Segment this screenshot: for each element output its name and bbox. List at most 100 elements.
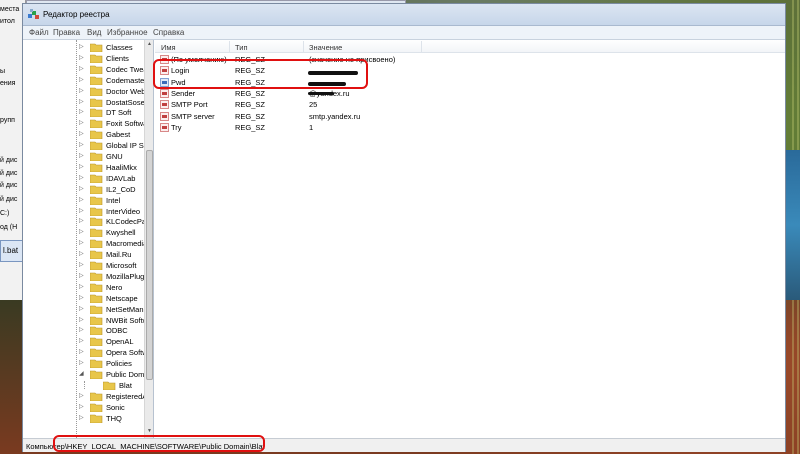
scroll-down-icon[interactable]: ▼ xyxy=(146,428,153,434)
folder-icon xyxy=(90,141,103,151)
folder-icon xyxy=(90,109,103,118)
expand-arrow-icon[interactable]: ▷ xyxy=(79,54,87,61)
expand-arrow-icon[interactable]: ▷ xyxy=(79,163,87,170)
expand-arrow-icon[interactable]: ▷ xyxy=(79,130,87,137)
expand-arrow-icon[interactable]: ▷ xyxy=(79,65,87,72)
background-window-text: й дис xyxy=(0,182,18,189)
background-window-text: од (H xyxy=(0,224,18,231)
folder-icon xyxy=(90,130,103,140)
value-type: REG_SZ xyxy=(235,100,266,110)
expand-arrow-icon[interactable]: ▷ xyxy=(79,326,87,333)
folder-icon xyxy=(90,305,103,314)
expand-arrow-icon[interactable]: ▷ xyxy=(79,196,87,203)
value-name: SMTP server xyxy=(171,111,215,121)
background-window-text: й дис xyxy=(0,196,18,203)
column-divider[interactable] xyxy=(229,41,230,52)
expand-arrow-icon[interactable]: ▷ xyxy=(79,272,87,279)
expand-arrow-icon[interactable]: ▷ xyxy=(79,239,87,246)
folder-icon xyxy=(90,414,103,423)
highlight-path xyxy=(53,435,265,452)
folder-icon xyxy=(90,152,103,161)
tree-item-label: Kwyshell xyxy=(106,228,136,238)
expand-arrow-icon[interactable]: ▷ xyxy=(79,348,87,355)
expand-arrow-icon[interactable]: ▷ xyxy=(79,207,87,214)
background-gadget xyxy=(786,150,800,300)
value-value: 25 xyxy=(309,100,318,110)
column-type[interactable]: Тип xyxy=(235,43,248,52)
expand-arrow-icon[interactable]: ▷ xyxy=(79,217,87,224)
expand-arrow-icon[interactable]: ▷ xyxy=(79,316,87,323)
folder-icon xyxy=(90,207,103,216)
column-divider[interactable] xyxy=(303,41,304,52)
folder-icon xyxy=(90,185,103,194)
expand-arrow-icon[interactable]: ▷ xyxy=(79,119,87,126)
redaction-mark xyxy=(308,92,334,95)
expand-arrow-icon[interactable]: ▷ xyxy=(79,76,87,83)
background-window-text: итол xyxy=(0,18,15,25)
tree-item-label: Doctor Web xyxy=(106,86,146,96)
tree-item-label: ODBC xyxy=(106,326,128,336)
folder-icon xyxy=(90,174,103,183)
folder-icon xyxy=(90,370,103,379)
column-divider[interactable] xyxy=(421,41,422,52)
menu-edit[interactable]: Правка xyxy=(53,28,80,37)
expand-arrow-icon[interactable]: ▷ xyxy=(79,414,87,421)
menu-view[interactable]: Вид xyxy=(87,28,101,37)
tree-item-label: IDAVLab xyxy=(106,173,136,183)
expand-arrow-icon[interactable]: ▷ xyxy=(79,337,87,344)
expand-arrow-icon[interactable]: ▷ xyxy=(79,250,87,257)
folder-icon xyxy=(90,54,103,63)
expand-arrow-icon[interactable]: ▷ xyxy=(79,403,87,410)
tree-scrollbar[interactable]: ▲ ▼ xyxy=(144,40,153,438)
tree-item-label: InterVideo xyxy=(106,206,141,216)
expand-arrow-icon[interactable]: ▷ xyxy=(79,152,87,159)
expand-arrow-icon[interactable]: ▷ xyxy=(79,392,87,399)
folder-icon xyxy=(90,65,103,74)
folder-icon xyxy=(90,348,103,358)
scroll-up-icon[interactable]: ▲ xyxy=(146,41,153,47)
menu-favorites[interactable]: Избранное xyxy=(107,28,148,37)
folder-icon xyxy=(90,218,103,227)
expand-arrow-icon[interactable]: ▷ xyxy=(79,294,87,301)
title-bar[interactable]: Редактор реестра xyxy=(23,4,785,26)
expand-arrow-icon[interactable]: ▷ xyxy=(79,305,87,312)
expand-arrow-icon[interactable]: ▷ xyxy=(79,228,87,235)
folder-icon xyxy=(90,119,103,129)
tree-item-label: Gabest xyxy=(106,130,131,140)
scroll-thumb[interactable] xyxy=(146,150,153,380)
regedit-window: Редактор реестра Файл Правка Вид Избранн… xyxy=(22,3,786,452)
expand-arrow-icon[interactable]: ▷ xyxy=(79,87,87,94)
tree-item-label: DT Soft xyxy=(106,108,132,118)
expand-arrow-icon[interactable]: ▷ xyxy=(79,174,87,181)
tree-item-label: HaaliMkx xyxy=(106,162,137,172)
expand-arrow-icon[interactable]: ▷ xyxy=(79,43,87,50)
expand-arrow-icon[interactable]: ◢ xyxy=(79,370,87,377)
menu-file[interactable]: Файл xyxy=(29,28,49,37)
expand-arrow-icon[interactable]: ▷ xyxy=(79,359,87,366)
registry-value-row[interactable]: SMTP Port REG_SZ 25 xyxy=(155,99,785,110)
folder-icon xyxy=(90,359,103,369)
column-value[interactable]: Значение xyxy=(309,43,342,52)
expand-arrow-icon[interactable]: ▷ xyxy=(79,141,87,148)
expand-arrow-icon[interactable]: ▷ xyxy=(79,283,87,290)
folder-icon xyxy=(90,261,103,270)
regedit-icon xyxy=(28,9,39,19)
expand-arrow-icon[interactable]: ▷ xyxy=(79,108,87,115)
expand-arrow-icon[interactable]: ▷ xyxy=(79,98,87,105)
expand-arrow-icon[interactable]: ▷ xyxy=(79,185,87,192)
value-type: REG_SZ xyxy=(235,122,266,132)
registry-value-row[interactable]: SMTP server REG_SZ smtp.yandex.ru xyxy=(155,111,785,122)
tree-item-label: Classes xyxy=(106,43,133,52)
expand-arrow-icon[interactable]: ▷ xyxy=(79,261,87,268)
highlight-credentials xyxy=(153,59,368,89)
registry-value-row[interactable]: SenderREG_SZ@yandex.ru xyxy=(155,88,785,99)
tree-item-label: GNU xyxy=(106,152,123,161)
value-name: SMTP Port xyxy=(171,100,208,110)
registry-value-row[interactable]: Try REG_SZ 1 xyxy=(155,122,785,133)
value-name: Sender xyxy=(171,88,196,98)
background-window-text: рупп xyxy=(0,117,15,124)
folder-icon xyxy=(90,272,103,281)
column-name[interactable]: Имя xyxy=(161,43,176,52)
folder-icon xyxy=(90,239,103,249)
menu-help[interactable]: Справка xyxy=(153,28,184,37)
